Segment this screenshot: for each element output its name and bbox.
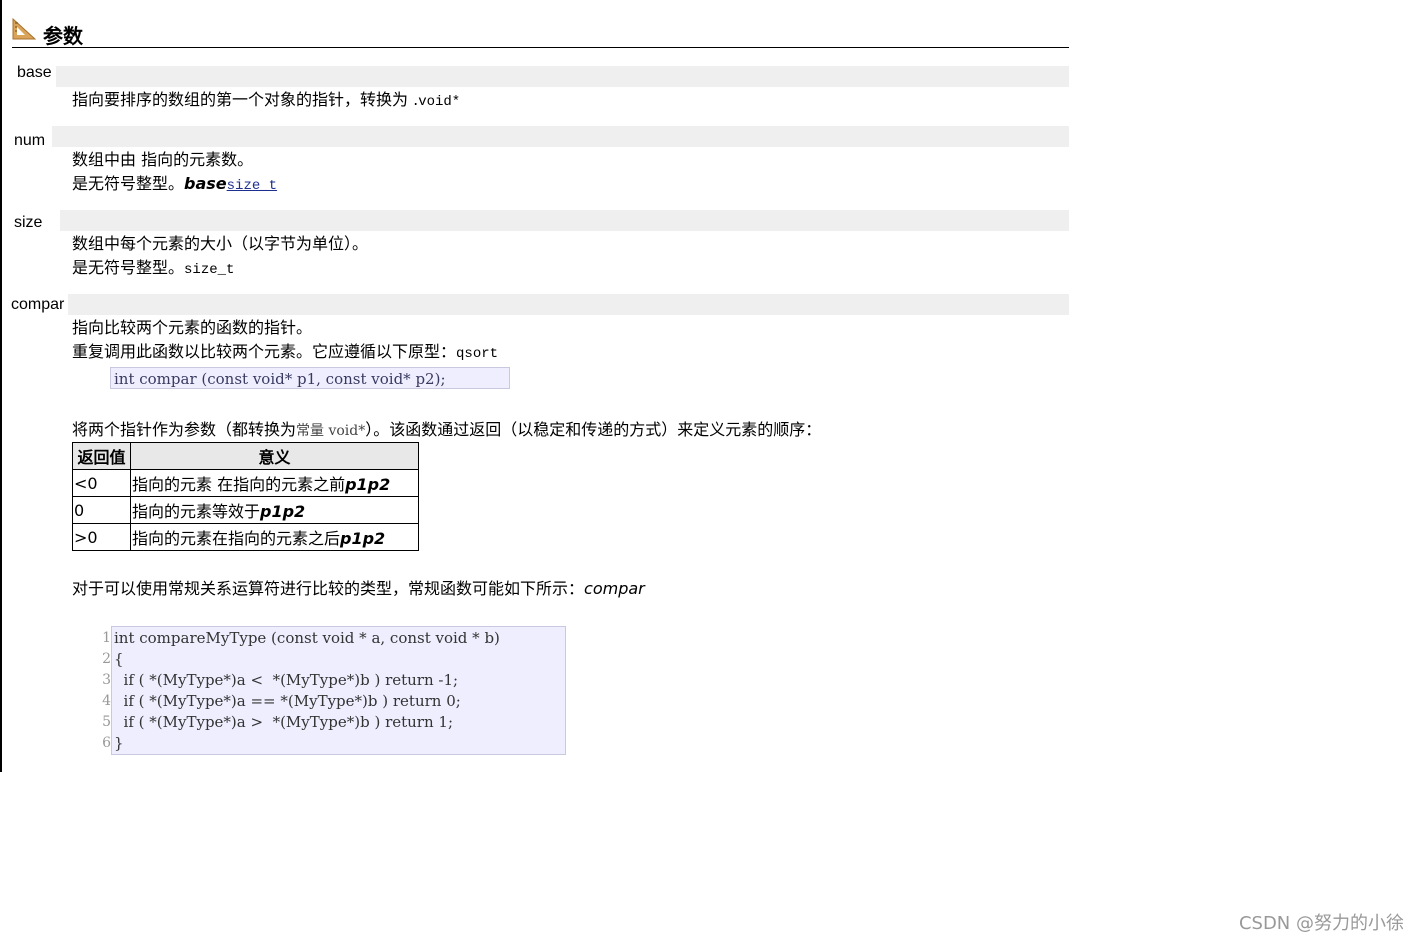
compar-args-line: 将两个指针作为参数（都转换为常量 void*）。该函数通过返回（以稳定和传递的方… — [72, 418, 821, 443]
code-line: if ( *(MyType*)a == *(MyType*)b ) return… — [114, 692, 461, 710]
table-header-row: 返回值 意义 — [72, 442, 419, 470]
param-bar-base — [56, 66, 1069, 87]
cell-text: 指向的元素等效于 — [132, 502, 261, 521]
line-number: 3 — [102, 672, 111, 688]
desc-text: 是无符号整型。 — [72, 258, 185, 277]
inline-code: size_t — [184, 262, 235, 278]
desc-text: 对于可以使用常规关系运算符进行比较的类型，常规函数可能如下所示： — [72, 579, 585, 598]
code-line: int compareMyType (const void * a, const… — [114, 629, 500, 647]
param-desc-base: 指向要排序的数组的第一个对象的指针，转换为 .void* — [72, 88, 460, 114]
inline-code: void* — [418, 94, 461, 110]
section-title: 参数 — [43, 24, 83, 48]
desc-text: 指向要排序的数组的第一个对象的指针，转换为 . — [72, 90, 419, 109]
ruler-icon — [12, 18, 36, 40]
size-t-link[interactable]: size_t — [227, 178, 277, 194]
code-body[interactable]: int compareMyType (const void * a, const… — [111, 626, 566, 755]
return-value-table: 返回值 意义 <0 指向的元素 在指向的元素之前p1p2 0 指向的元素等效于p… — [72, 442, 419, 551]
line-number: 5 — [102, 714, 111, 730]
param-name-size: size — [14, 214, 43, 231]
table-cell-meaning: 指向的元素等效于p1p2 — [130, 496, 419, 524]
param-bar-num — [52, 126, 1069, 147]
table-row: >0 指向的元素在指向的元素之后p1p2 — [72, 523, 419, 551]
code-line: } — [114, 734, 124, 752]
line-number-gutter: 1 2 3 4 5 6 — [89, 626, 111, 754]
param-desc-num: 数组中由 指向的元素数。 是无符号整型。basesize_t — [72, 148, 277, 198]
param-name-compar: compar — [11, 296, 65, 313]
code-line: { — [114, 650, 124, 668]
desc-line: 重复调用此函数以比较两个元素。它应遵循以下原型：qsort — [72, 340, 498, 366]
emphasis-text: base — [184, 174, 227, 193]
desc-text: 将两个指针作为参数（都转换为 — [72, 420, 297, 439]
desc-line: 指向比较两个元素的函数的指针。 — [72, 318, 313, 337]
cell-text: 指向的元素 在指向的元素之前 — [132, 475, 346, 494]
table-row: 0 指向的元素等效于p1p2 — [72, 496, 419, 524]
table-cell-meaning: 指向的元素 在指向的元素之前p1p2 — [130, 469, 419, 497]
emphasis-text: p1p2 — [345, 475, 391, 494]
table-cell-value: <0 — [72, 469, 131, 497]
param-desc-size: 数组中每个元素的大小（以字节为单位）。 是无符号整型。size_t — [72, 232, 368, 282]
param-desc-compar: 指向比较两个元素的函数的指针。 重复调用此函数以比较两个元素。它应遵循以下原型：… — [72, 316, 498, 366]
desc-line: 数组中每个元素的大小（以字节为单位）。 — [72, 234, 369, 253]
inline-code: qsort — [456, 346, 499, 362]
desc-text: 重复调用此函数以比较两个元素。它应遵循以下原型： — [72, 342, 457, 361]
emphasis-text: compar — [584, 579, 645, 598]
param-bar-size — [60, 210, 1069, 231]
cell-text: 指向的元素在指向的元素之后 — [132, 529, 341, 548]
line-number: 2 — [102, 651, 111, 667]
desc-line: 是无符号整型。basesize_t — [72, 172, 277, 198]
param-name-base: base — [17, 64, 52, 81]
code-line: if ( *(MyType*)a < *(MyType*)b ) return … — [114, 671, 459, 689]
emphasis-text: p1p2 — [260, 502, 306, 521]
emphasis-text: p1p2 — [340, 529, 386, 548]
compar-example-intro: 对于可以使用常规关系运算符进行比较的类型，常规函数可能如下所示：compar — [72, 577, 645, 601]
table-cell-meaning: 指向的元素在指向的元素之后p1p2 — [130, 523, 419, 551]
watermark: CSDN @努力的小徐 — [1238, 913, 1404, 934]
desc-text: ）。该函数通过返回（以稳定和传递的方式）来定义元素的顺序： — [365, 420, 822, 439]
table-cell-value: 0 — [72, 496, 131, 524]
param-name-num: num — [14, 132, 46, 149]
table-row: <0 指向的元素 在指向的元素之前p1p2 — [72, 469, 419, 497]
line-number: 4 — [102, 693, 111, 709]
inline-code: 常量 void* — [296, 423, 366, 439]
desc-text: 是无符号整型。 — [72, 174, 185, 193]
table-header: 意义 — [130, 442, 419, 470]
param-bar-compar — [68, 294, 1069, 315]
table-header: 返回值 — [72, 442, 131, 470]
section-header: 参数 — [12, 18, 1069, 48]
desc-line: 数组中由 指向的元素数。 — [72, 150, 254, 169]
desc-line: 是无符号整型。size_t — [72, 256, 368, 282]
left-border — [0, 0, 2, 772]
line-number: 1 — [102, 630, 111, 646]
line-number: 6 — [102, 735, 111, 751]
code-line: if ( *(MyType*)a > *(MyType*)b ) return … — [114, 713, 454, 731]
example-code-block: 1 2 3 4 5 6 int compareMyType (const voi… — [89, 626, 566, 755]
table-cell-value: >0 — [72, 523, 131, 551]
prototype-code-box: int compar (const void* p1, const void* … — [110, 367, 510, 389]
